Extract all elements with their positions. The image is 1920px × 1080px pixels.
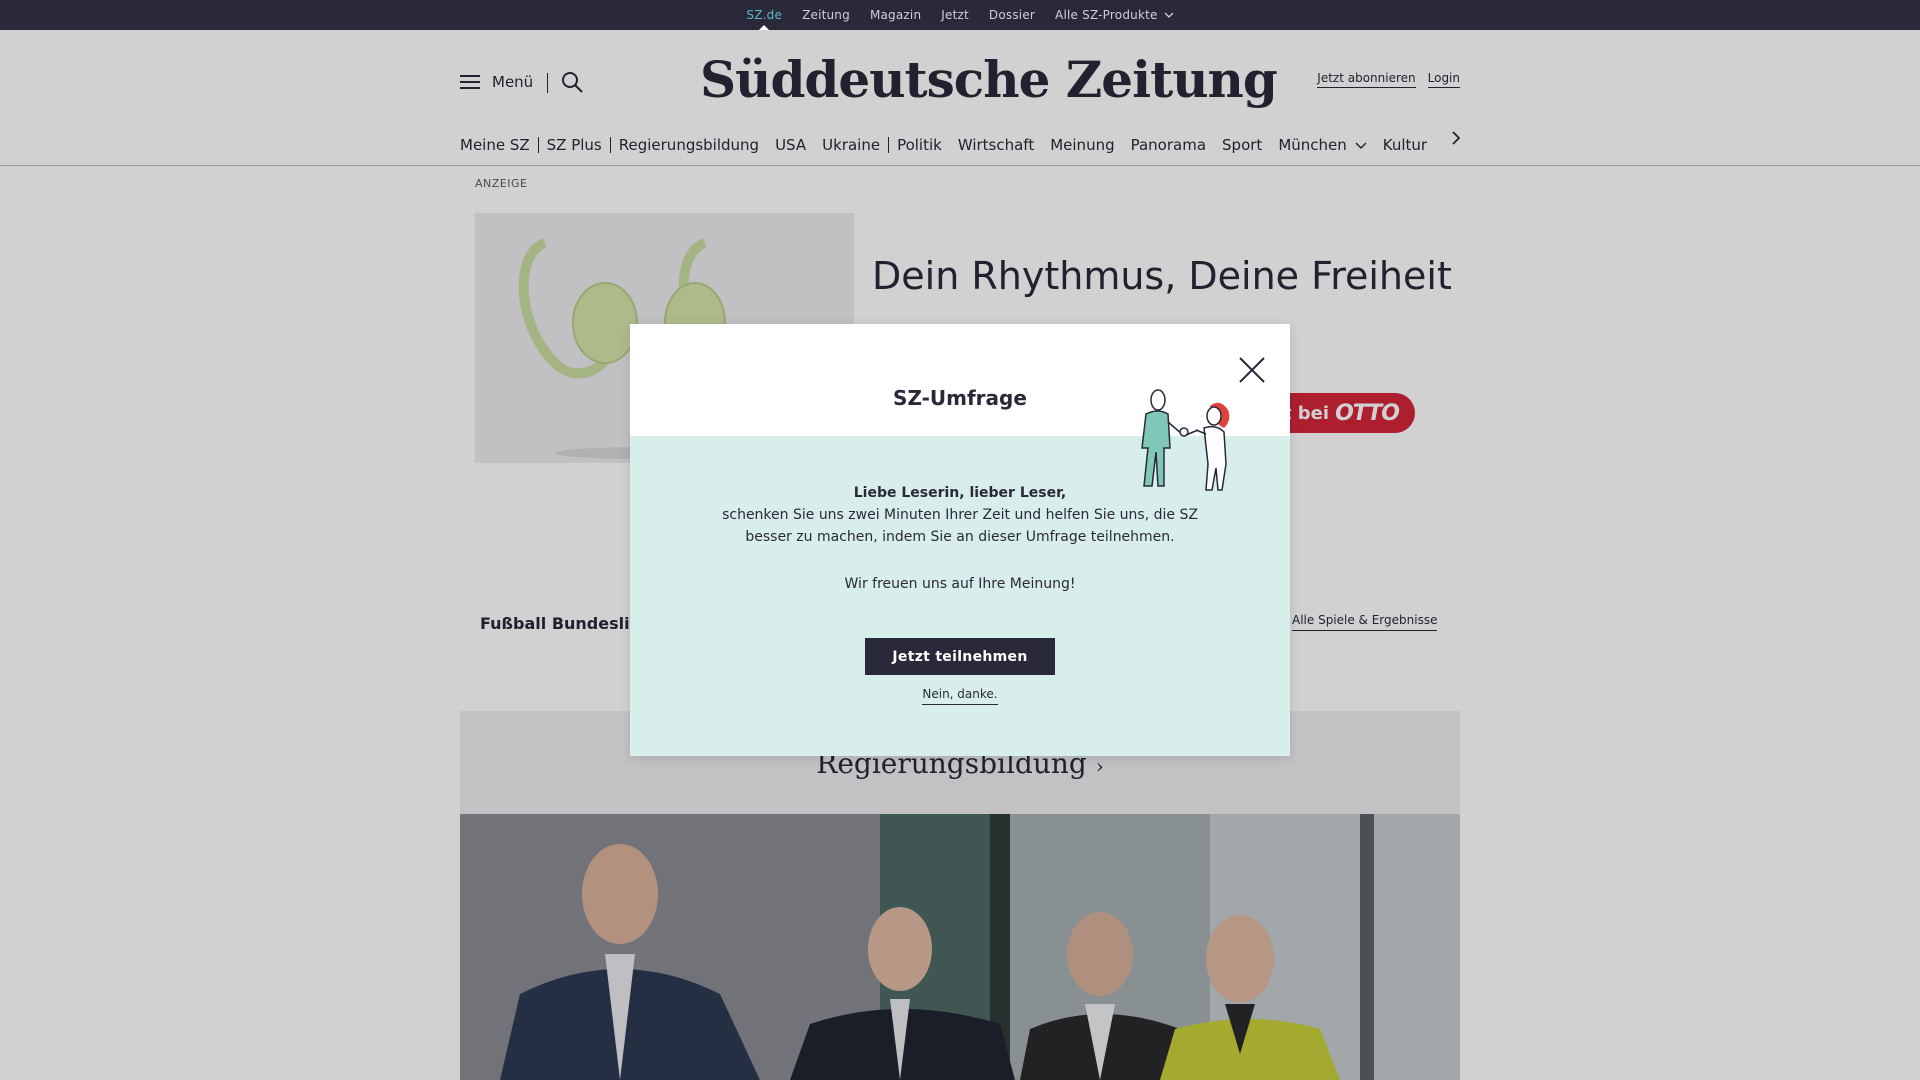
topbar-item-dossier[interactable]: Dossier — [989, 0, 1035, 30]
survey-modal: SZ-Umfrage Liebe Leserin, lieber Leser, … — [630, 324, 1290, 756]
topbar: SZ.de Zeitung Magazin Jetzt Dossier Alle… — [0, 0, 1920, 31]
chevron-down-icon — [1164, 12, 1174, 18]
topbar-item-zeitung[interactable]: Zeitung — [802, 0, 850, 30]
topbar-item-alle-produkte-label: Alle SZ-Produkte — [1055, 8, 1158, 22]
modal-text-line1: schenken Sie uns zwei Minuten Ihrer Zeit… — [722, 507, 1198, 523]
participate-button[interactable]: Jetzt teilnehmen — [865, 638, 1055, 675]
close-icon[interactable] — [1234, 352, 1270, 388]
topbar-item-jetzt[interactable]: Jetzt — [941, 0, 969, 30]
modal-text-line2: besser zu machen, indem Sie an dieser Um… — [745, 529, 1175, 545]
modal-greeting: Liebe Leserin, lieber Leser, — [853, 485, 1067, 501]
decline-link[interactable]: Nein, danke. — [922, 687, 998, 705]
topbar-item-alle-produkte[interactable]: Alle SZ-Produkte — [1055, 0, 1174, 30]
decline-row: Nein, danke. — [630, 687, 1290, 705]
survey-illustration — [1141, 389, 1230, 491]
modal-body: Liebe Leserin, lieber Leser, schenken Si… — [630, 482, 1290, 595]
modal-closing: Wir freuen uns auf Ihre Meinung! — [844, 576, 1076, 592]
topbar-item-szde[interactable]: SZ.de — [746, 0, 782, 31]
topbar-item-magazin[interactable]: Magazin — [870, 0, 921, 30]
